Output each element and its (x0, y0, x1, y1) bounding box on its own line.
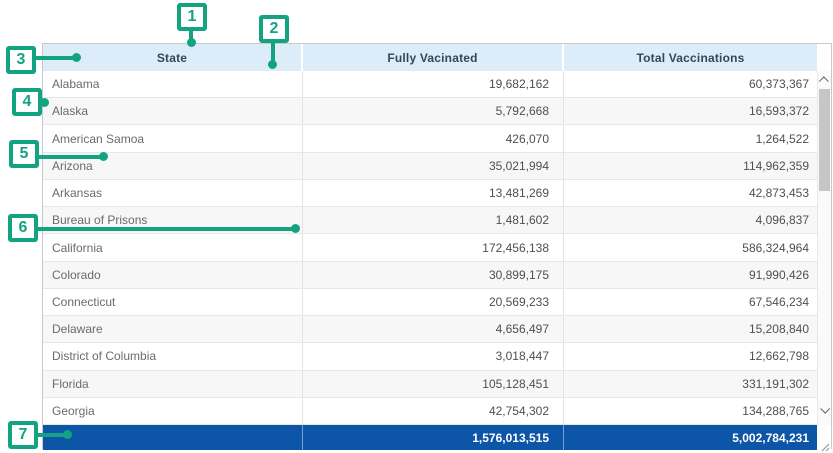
state-cell: Colorado (43, 262, 303, 288)
chevron-down-icon (820, 404, 830, 414)
table-row[interactable]: Colorado 30,899,175 91,990,426 (43, 262, 831, 289)
fully-vaccinated-cell: 20,569,233 (303, 289, 564, 315)
annotation-marker-4: 4 (12, 88, 42, 116)
fully-vaccinated-cell: 105,128,451 (303, 371, 564, 397)
fully-vaccinated-cell: 13,481,269 (303, 180, 564, 206)
state-cell: Delaware (43, 316, 303, 342)
table-row[interactable]: American Samoa 426,070 1,264,522 (43, 125, 831, 152)
annotation-dot-2 (268, 60, 277, 69)
fully-vaccinated-cell: 1,481,602 (303, 207, 564, 233)
annotation-dot-6 (291, 224, 300, 233)
totals-row: 1,576,013,515 5,002,784,231 (43, 425, 831, 450)
table-header-row: State Fully Vacinated Total Vaccinations (43, 44, 831, 71)
vaccination-table: State Fully Vacinated Total Vaccinations… (42, 43, 832, 449)
fully-vaccinated-cell: 35,021,994 (303, 153, 564, 179)
chevron-up-icon (819, 76, 829, 86)
annotation-marker-6: 6 (8, 214, 38, 242)
state-cell: Arkansas (43, 180, 303, 206)
annotation-label: 3 (17, 51, 26, 69)
table-row[interactable]: District of Columbia 3,018,447 12,662,79… (43, 343, 831, 370)
state-cell: California (43, 234, 303, 260)
fully-vaccinated-cell: 5,792,668 (303, 98, 564, 124)
total-vaccinations-cell: 67,546,234 (564, 289, 831, 315)
annotation-label: 5 (20, 145, 29, 163)
total-vaccinations-cell: 1,264,522 (564, 125, 831, 151)
total-vaccinations-cell: 16,593,372 (564, 98, 831, 124)
annotation-label: 2 (270, 20, 279, 38)
annotation-dot-3 (72, 53, 81, 62)
annotation-marker-5: 5 (9, 140, 39, 168)
table-row[interactable]: Georgia 42,754,302 134,288,765 (43, 398, 831, 425)
scroll-up-button[interactable] (818, 73, 831, 88)
state-cell: Florida (43, 371, 303, 397)
fully-vaccinated-cell: 3,018,447 (303, 343, 564, 369)
totals-total-vaccinations: 5,002,784,231 (564, 425, 817, 450)
annotation-label: 6 (19, 219, 28, 237)
annotation-marker-3: 3 (6, 46, 36, 74)
annotation-dot-5 (99, 152, 108, 161)
column-header-state[interactable]: State (43, 44, 303, 71)
annotation-label: 4 (23, 93, 32, 111)
fully-vaccinated-cell: 42,754,302 (303, 398, 564, 424)
totals-fully-vaccinated: 1,576,013,515 (303, 425, 564, 450)
state-cell: American Samoa (43, 125, 303, 151)
table-row[interactable]: Connecticut 20,569,233 67,546,234 (43, 289, 831, 316)
total-vaccinations-cell: 15,208,840 (564, 316, 831, 342)
annotation-line-6 (36, 227, 293, 231)
annotation-label: 7 (19, 426, 28, 444)
state-cell: District of Columbia (43, 343, 303, 369)
table-row[interactable]: Alaska 5,792,668 16,593,372 (43, 98, 831, 125)
table-row[interactable]: Arkansas 13,481,269 42,873,453 (43, 180, 831, 207)
annotation-line-5 (37, 155, 101, 159)
column-header-total-vaccinations[interactable]: Total Vaccinations (564, 44, 817, 71)
table-row[interactable]: Florida 105,128,451 331,191,302 (43, 371, 831, 398)
header-filler (817, 44, 831, 71)
total-vaccinations-cell: 331,191,302 (564, 371, 831, 397)
annotation-dot-1 (187, 38, 196, 47)
column-header-fully-vaccinated[interactable]: Fully Vacinated (303, 44, 564, 71)
total-vaccinations-cell: 12,662,798 (564, 343, 831, 369)
state-cell: Georgia (43, 398, 303, 424)
fully-vaccinated-cell: 172,456,138 (303, 234, 564, 260)
scrollbar-thumb[interactable] (819, 89, 830, 191)
annotation-line-7 (36, 433, 65, 437)
totals-state-cell (43, 425, 303, 450)
table-row[interactable]: California 172,456,138 586,324,964 (43, 234, 831, 261)
fully-vaccinated-cell: 30,899,175 (303, 262, 564, 288)
annotation-line-2 (271, 41, 275, 62)
state-cell: Connecticut (43, 289, 303, 315)
annotation-marker-2: 2 (259, 15, 289, 43)
total-vaccinations-cell: 4,096,837 (564, 207, 831, 233)
total-vaccinations-cell: 91,990,426 (564, 262, 831, 288)
fully-vaccinated-cell: 19,682,162 (303, 71, 564, 97)
annotation-marker-7: 7 (8, 421, 38, 449)
annotation-label: 1 (188, 8, 197, 26)
scroll-down-button[interactable] (818, 402, 831, 417)
vertical-scrollbar[interactable] (817, 71, 831, 425)
resize-grip-icon (820, 439, 830, 449)
fully-vaccinated-cell: 426,070 (303, 125, 564, 151)
fully-vaccinated-cell: 4,656,497 (303, 316, 564, 342)
state-cell: Alabama (43, 71, 303, 97)
annotation-dot-7 (63, 430, 72, 439)
table-body: Alabama 19,682,162 60,373,367 Alaska 5,7… (43, 71, 831, 425)
annotation-line-3 (34, 56, 75, 60)
total-vaccinations-cell: 134,288,765 (564, 398, 831, 424)
total-vaccinations-cell: 42,873,453 (564, 180, 831, 206)
total-vaccinations-cell: 586,324,964 (564, 234, 831, 260)
annotation-marker-1: 1 (177, 3, 207, 31)
table-row[interactable]: Alabama 19,682,162 60,373,367 (43, 71, 831, 98)
table-row[interactable]: Delaware 4,656,497 15,208,840 (43, 316, 831, 343)
table-row[interactable]: Arizona 35,021,994 114,962,359 (43, 153, 831, 180)
total-vaccinations-cell: 60,373,367 (564, 71, 831, 97)
state-cell: Alaska (43, 98, 303, 124)
screenshot-root: State Fully Vacinated Total Vaccinations… (0, 0, 833, 453)
total-vaccinations-cell: 114,962,359 (564, 153, 831, 179)
